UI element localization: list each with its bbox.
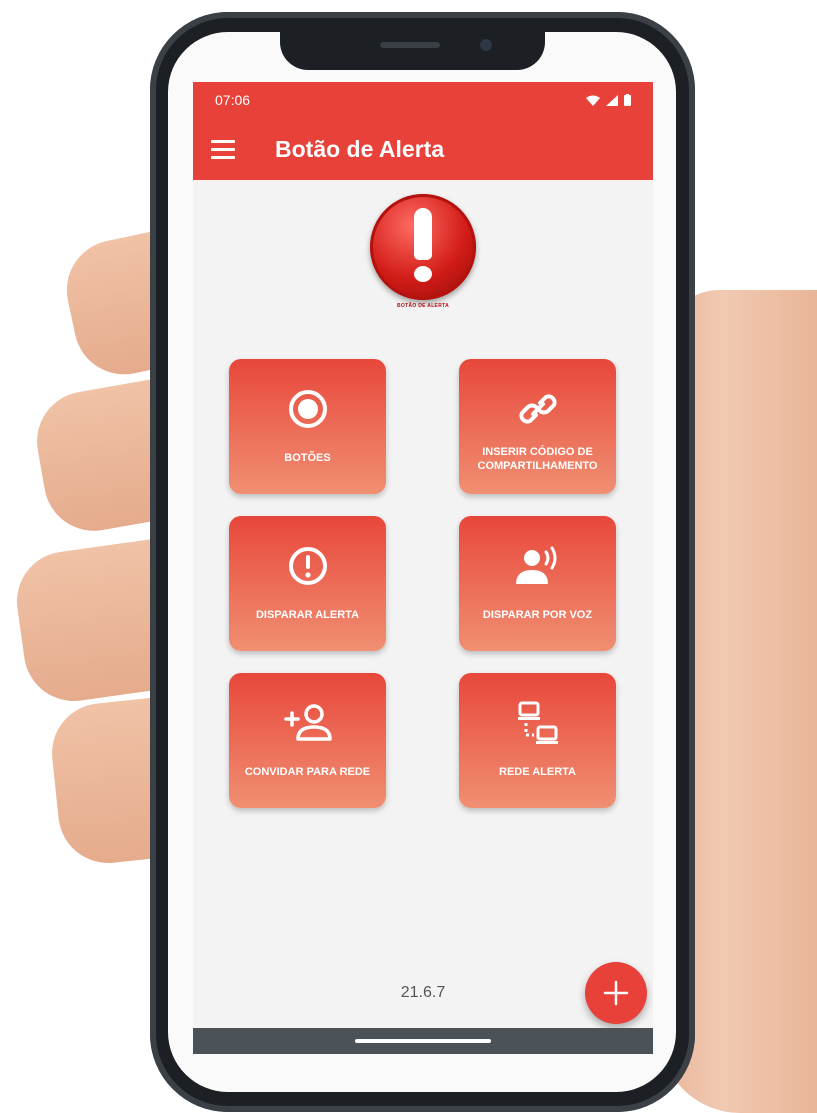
radio-button-icon [288,390,327,428]
alert-circle-icon [288,547,327,585]
tile-label: DISPARAR POR VOZ [482,609,593,621]
tile-label: DISPARAR ALERTA [255,609,360,621]
app-title: Botão de Alerta [275,135,445,162]
tile-rede-alerta[interactable]: REDE ALERTA [459,673,616,808]
battery-icon [624,94,631,106]
tile-botoes[interactable]: BOTÕES [229,359,386,494]
home-indicator[interactable] [355,1039,491,1043]
wifi-icon [586,95,600,106]
status-time: 07:06 [215,92,251,108]
phone-notch [280,28,545,70]
navigation-bar [193,1028,653,1054]
speaker [380,42,440,48]
signal-icon [606,94,618,106]
plus-icon [603,980,629,1006]
camera [480,39,492,51]
add-fab-button[interactable] [585,962,647,1024]
alert-logo-icon [370,194,476,300]
add-person-icon [283,704,332,741]
tile-convidar-para-rede[interactable]: CONVIDAR PARA REDE [229,673,386,808]
tile-label: BOTÕES [284,452,331,464]
tile-disparar-por-voz[interactable]: DISPARAR POR VOZ [459,516,616,651]
tile-label: INSERIR CÓDIGO DE COMPARTILHAMENTO [477,446,598,472]
tile-label: REDE ALERTA [499,766,576,778]
tile-disparar-alerta[interactable]: DISPARAR ALERTA [229,516,386,651]
tile-label: CONVIDAR PARA REDE [244,766,371,778]
logo-caption: BOTÃO DE ALERTA [397,303,449,309]
link-icon [518,394,557,424]
network-icon [517,701,558,744]
voice-person-icon [515,546,556,584]
status-icons [586,94,631,106]
app-version: 21.6.7 [400,984,446,1001]
menu-button[interactable] [211,135,239,163]
menu-icon-line [211,155,235,159]
status-bar: 07:06 [193,82,653,118]
menu-icon-line [211,147,235,151]
app-bar: Botão de Alerta [193,118,653,180]
tile-inserir-codigo[interactable]: INSERIR CÓDIGO DE COMPARTILHAMENTO [459,359,616,494]
app-logo: BOTÃO DE ALERTA [368,194,478,316]
app-screen: 07:06 Botão de Alerta BOTÃO DE ALERTA BO… [193,82,653,1054]
menu-icon-line [211,139,235,143]
